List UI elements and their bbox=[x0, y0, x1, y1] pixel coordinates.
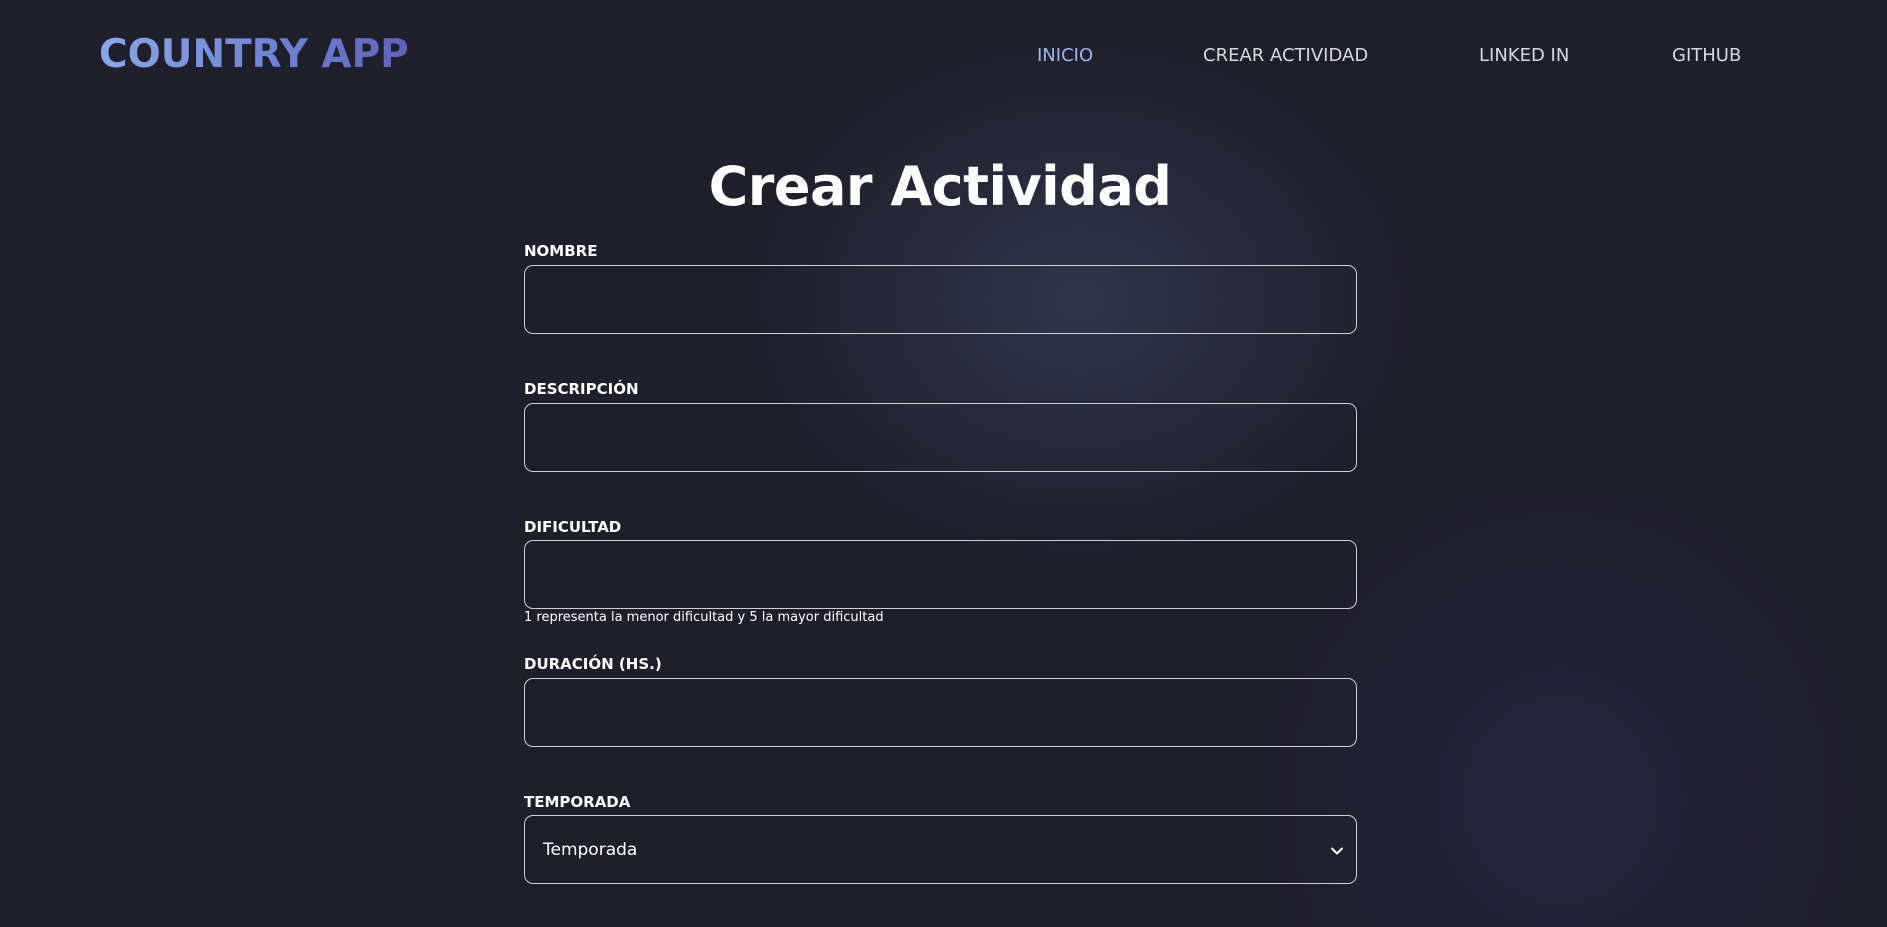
temporada-label: TEMPORADA bbox=[524, 793, 631, 811]
nav-link-crear-actividad[interactable]: CREAR ACTIVIDAD bbox=[1203, 45, 1368, 67]
dificultad-label: DIFICULTAD bbox=[524, 518, 622, 536]
dificultad-input[interactable] bbox=[524, 540, 1357, 609]
nombre-label: NOMBRE bbox=[524, 242, 598, 260]
nav-link-github[interactable]: GITHUB bbox=[1672, 45, 1741, 67]
navbar: COUNTRY APP INICIO CREAR ACTIVIDAD LINKE… bbox=[0, 0, 1887, 110]
page-title: Crear Actividad bbox=[708, 155, 1172, 218]
temporada-selected-value: Temporada bbox=[543, 840, 638, 860]
descripcion-label: DESCRIPCIÓN bbox=[524, 380, 639, 398]
app-logo[interactable]: COUNTRY APP bbox=[99, 30, 409, 80]
chevron-down-icon bbox=[1330, 843, 1344, 857]
nombre-input[interactable] bbox=[524, 265, 1357, 334]
dificultad-hint: 1 representa la menor dificultad y 5 la … bbox=[524, 610, 884, 625]
nav-link-linkedin[interactable]: LINKED IN bbox=[1479, 45, 1569, 67]
duracion-label: DURACIÓN (HS.) bbox=[524, 655, 662, 673]
temporada-select[interactable]: Temporada bbox=[524, 815, 1357, 884]
descripcion-input[interactable] bbox=[524, 403, 1357, 472]
duracion-input[interactable] bbox=[524, 678, 1357, 747]
nav-link-inicio[interactable]: INICIO bbox=[1037, 45, 1093, 67]
